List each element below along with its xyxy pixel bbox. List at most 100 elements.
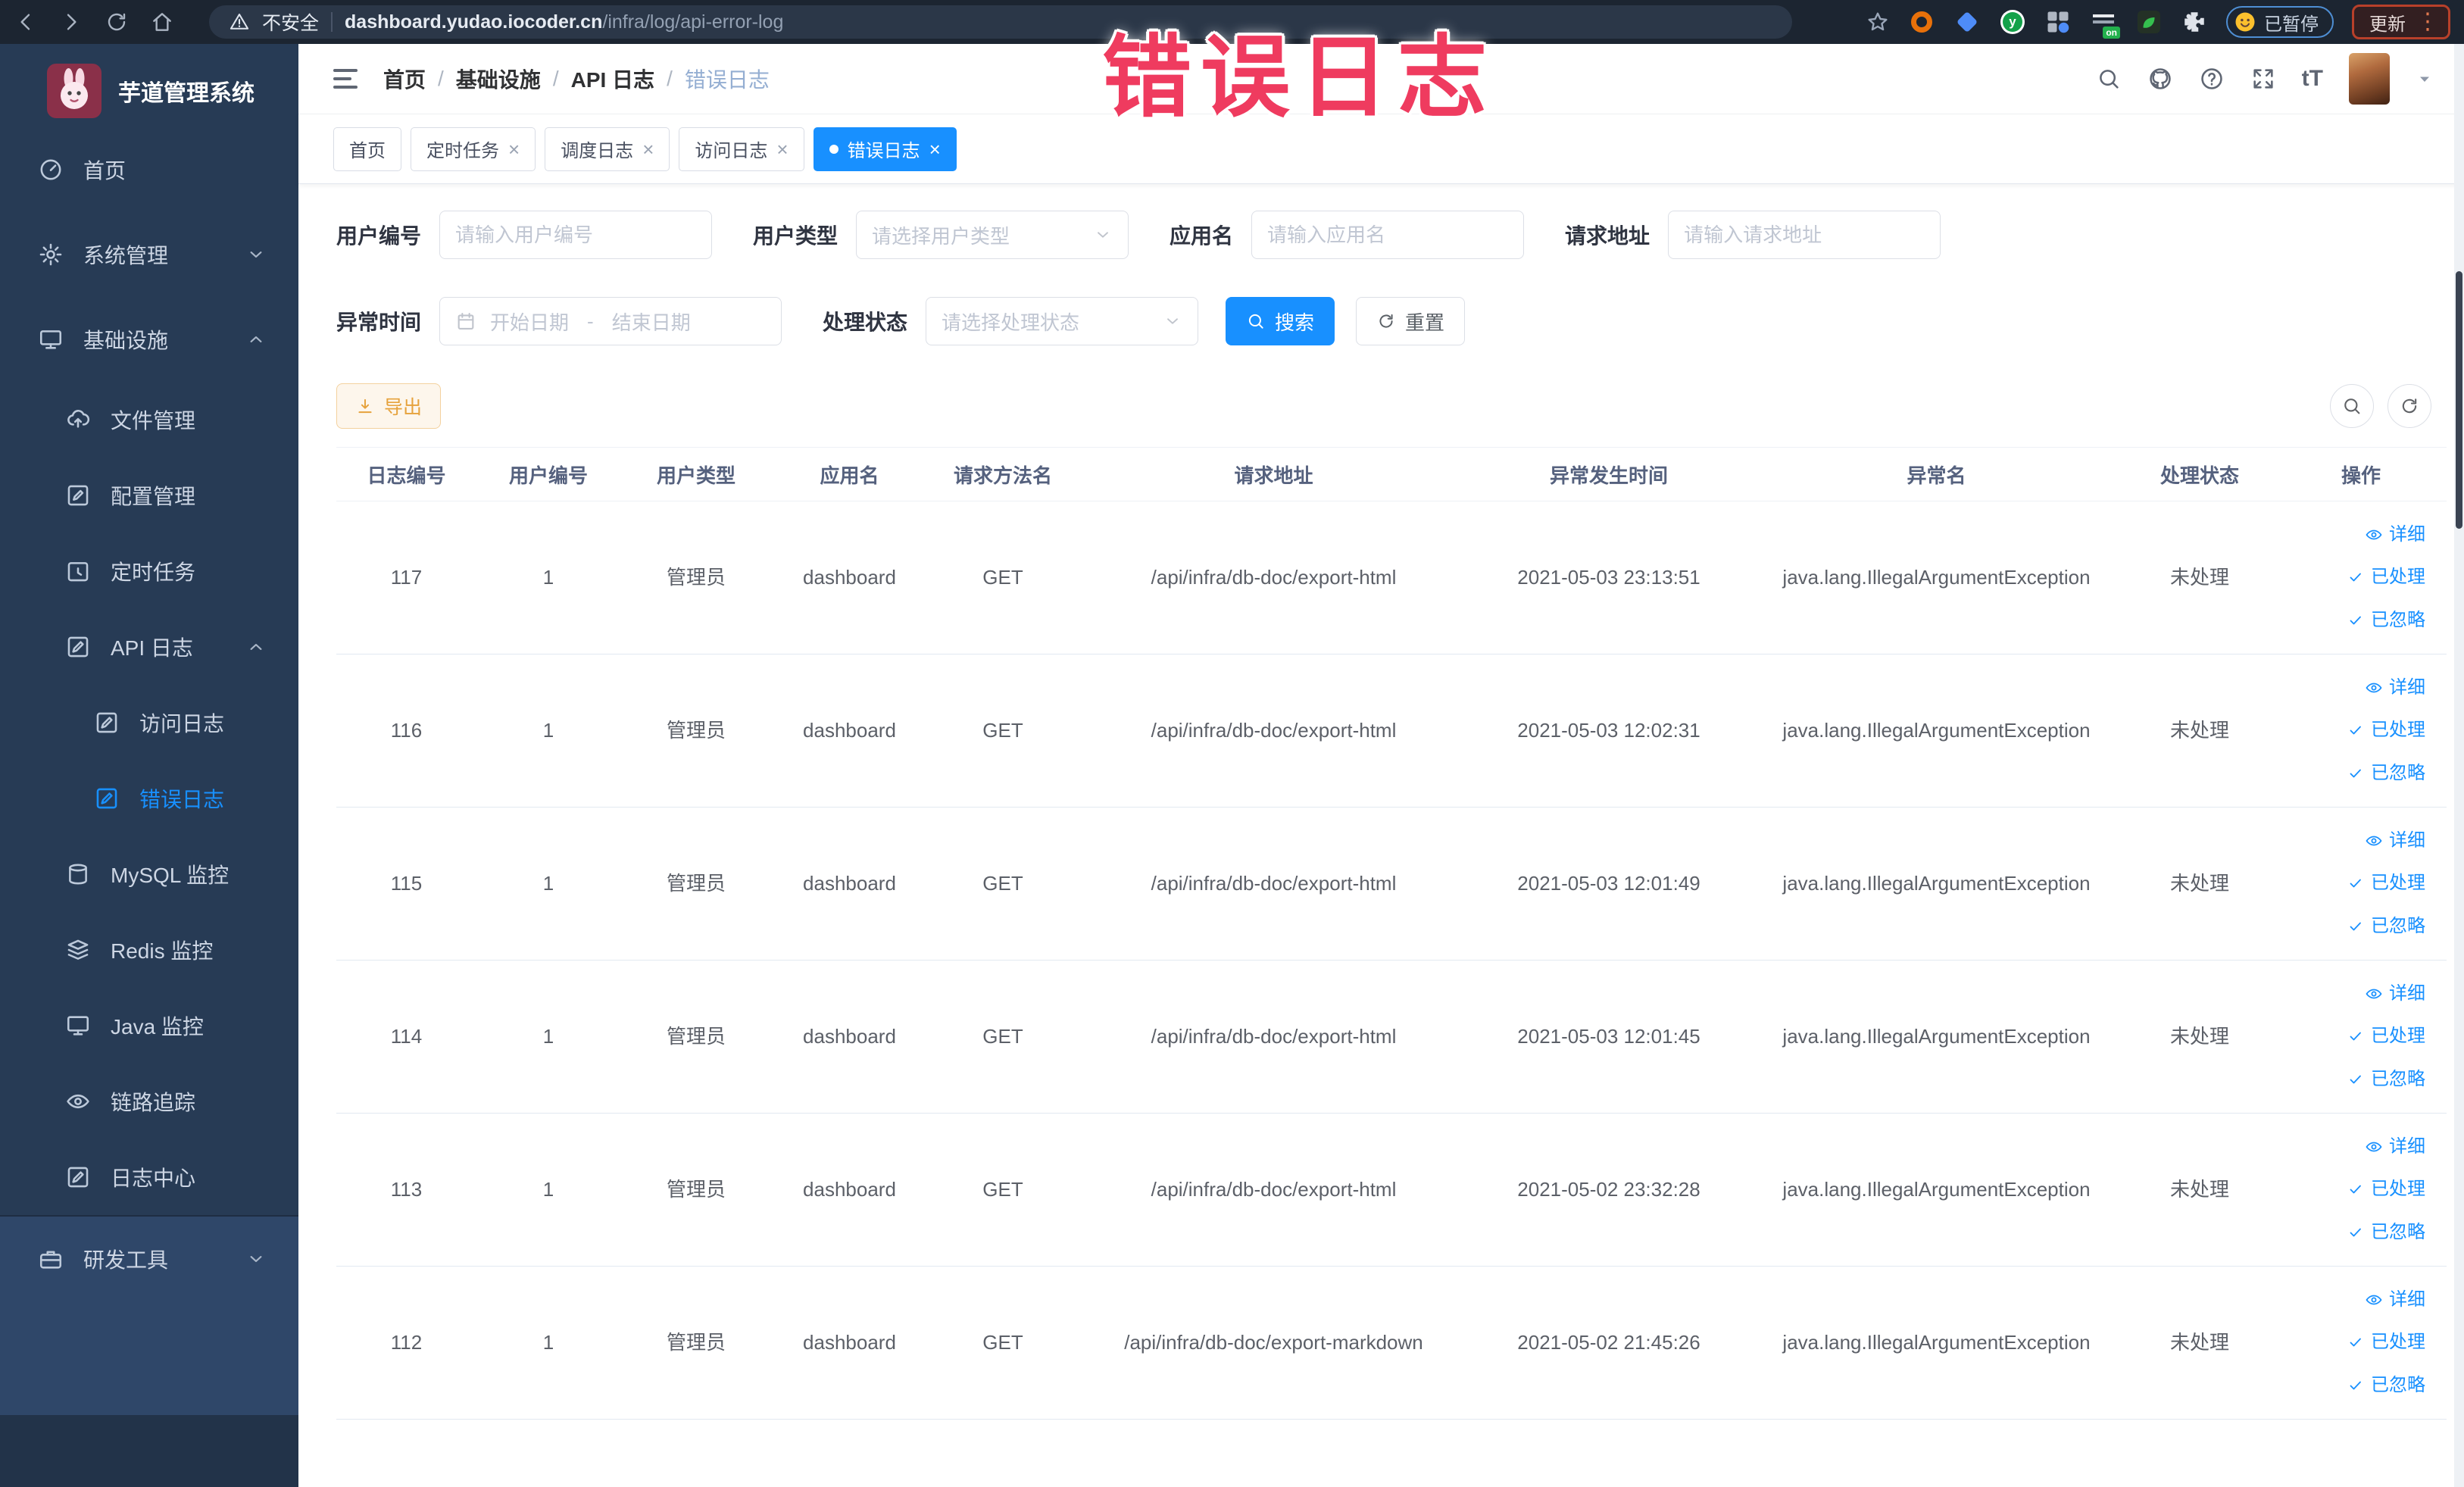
breadcrumb-item[interactable]: 首页	[383, 64, 426, 94]
cell-method: GET	[982, 1330, 1023, 1354]
sidebar-alt-filler	[0, 1301, 298, 1415]
sidebar-item-home[interactable]: 首页	[0, 127, 298, 212]
action-detail[interactable]: 详细	[2365, 676, 2425, 700]
ext-switch-on-icon[interactable]: on	[2090, 8, 2120, 39]
avatar[interactable]	[2349, 53, 2390, 105]
ext-green-icon[interactable]: y	[1999, 8, 2026, 36]
ext-leaf-icon[interactable]	[2135, 8, 2163, 36]
action-ignored[interactable]: 已忽略	[2347, 608, 2425, 633]
sidebar-item-job[interactable]: 定时任务	[0, 533, 298, 609]
ext-blue-icon[interactable]	[1953, 8, 1981, 36]
toggle-search-button[interactable]	[2330, 384, 2374, 428]
sidebar-item-file[interactable]: 文件管理	[0, 382, 298, 458]
request-url-label: 请求地址	[1565, 224, 1650, 248]
user-id-input[interactable]	[439, 211, 713, 259]
scrollbar-thumb[interactable]	[2456, 271, 2462, 529]
sidebar-item-log-center[interactable]: 日志中心	[0, 1139, 298, 1215]
action-ignored[interactable]: 已忽略	[2347, 1373, 2425, 1398]
user-type-placeholder: 请选择用户类型	[872, 224, 1010, 248]
help-icon[interactable]	[2199, 66, 2225, 92]
fullscreen-icon[interactable]	[2250, 66, 2276, 92]
sidebar-toggle-icon[interactable]	[333, 69, 358, 89]
action-detail[interactable]: 详细	[2365, 1288, 2425, 1312]
caret-down-icon[interactable]	[2416, 70, 2434, 88]
sidebar-item-mysql[interactable]: MySQL 监控	[0, 836, 298, 912]
sidebar-item-api-log[interactable]: API 日志	[0, 609, 298, 685]
action-label: 已处理	[2371, 1179, 2425, 1200]
app-name-input[interactable]	[1251, 211, 1525, 259]
action-processed[interactable]: 已处理	[2347, 871, 2425, 895]
action-ignored[interactable]: 已忽略	[2347, 1220, 2425, 1245]
browser-update-button[interactable]: 更新 ⋮	[2352, 5, 2450, 39]
close-icon[interactable]: ×	[929, 139, 941, 159]
reset-button[interactable]: 重置	[1356, 297, 1466, 345]
bookmark-star-icon[interactable]	[1866, 10, 1890, 34]
close-icon[interactable]: ×	[776, 139, 788, 159]
table-body: 117 1 管理员 dashboard GET/api/infra/db-doc/exp…	[336, 501, 2447, 1420]
search-icon[interactable]	[2096, 66, 2122, 92]
action-detail[interactable]: 详细	[2365, 829, 2425, 853]
search-button[interactable]: 搜索	[1226, 297, 1335, 345]
not-secure-warning-icon[interactable]	[229, 11, 250, 33]
process-status-select[interactable]: 请选择处理状态	[926, 297, 1199, 345]
eye-icon	[2365, 679, 2383, 697]
sidebar-item-config[interactable]: 配置管理	[0, 458, 298, 533]
action-processed[interactable]: 已处理	[2347, 1024, 2425, 1048]
sidebar-item-system[interactable]: 系统管理	[0, 212, 298, 297]
action-processed[interactable]: 已处理	[2347, 718, 2425, 742]
eye-icon	[2365, 1291, 2383, 1309]
forward-icon[interactable]	[59, 10, 83, 34]
back-icon[interactable]	[14, 10, 38, 34]
page-scrollbar[interactable]	[2454, 44, 2464, 1487]
mysql-icon	[65, 861, 91, 887]
browser-menu-icon[interactable]: ⋮	[2416, 11, 2439, 33]
home-icon	[38, 157, 64, 183]
sidebar-item-error-log[interactable]: 错误日志	[0, 761, 298, 836]
date-range-input[interactable]: 开始日期 - 结束日期	[439, 297, 782, 345]
action-ignored[interactable]: 已忽略	[2347, 1067, 2425, 1092]
ext-grid-icon[interactable]	[2044, 8, 2072, 36]
export-button[interactable]: 导出	[336, 383, 442, 429]
refresh-button[interactable]	[2387, 384, 2431, 428]
extensions-puzzle-icon[interactable]	[2181, 8, 2208, 36]
tags-view-tab[interactable]: 错误日志 ×	[813, 127, 957, 171]
app-logo[interactable]: 芋道管理系统	[0, 44, 298, 127]
sidebar-item-infra[interactable]: 基础设施	[0, 297, 298, 382]
action-ignored[interactable]: 已忽略	[2347, 914, 2425, 939]
tags-view-tab[interactable]: 首页	[333, 127, 401, 171]
cell-id: 112	[390, 1330, 423, 1354]
request-url-input[interactable]	[1668, 211, 1941, 259]
action-detail[interactable]: 详细	[2365, 523, 2425, 547]
user-type-select[interactable]: 请选择用户类型	[856, 211, 1129, 259]
browser-home-icon[interactable]	[150, 10, 174, 34]
sidebar-item-trace[interactable]: 链路追踪	[0, 1064, 298, 1139]
sidebar-item-java[interactable]: Java 监控	[0, 988, 298, 1064]
action-detail[interactable]: 详细	[2365, 982, 2425, 1006]
breadcrumb-item[interactable]: 基础设施	[456, 64, 541, 94]
close-icon[interactable]: ×	[642, 139, 654, 159]
sidebar-item-access-log[interactable]: 访问日志	[0, 685, 298, 761]
close-icon[interactable]: ×	[508, 139, 520, 159]
action-processed[interactable]: 已处理	[2347, 1177, 2425, 1201]
check-icon	[2347, 611, 2365, 629]
address-bar[interactable]: 不安全 dashboard.yudao.iocoder.cn/infra/log…	[209, 5, 1792, 39]
browser-nav	[14, 10, 174, 34]
action-processed[interactable]: 已处理	[2347, 565, 2425, 589]
github-icon[interactable]	[2147, 66, 2173, 92]
action-ignored[interactable]: 已忽略	[2347, 761, 2425, 786]
sidebar-item-dev-tools[interactable]: 研发工具	[0, 1217, 298, 1301]
breadcrumb-item[interactable]: API 日志	[571, 64, 654, 94]
tags-view-tab[interactable]: 访问日志 ×	[679, 127, 804, 171]
sidebar-item-redis[interactable]: Redis 监控	[0, 912, 298, 988]
action-detail[interactable]: 详细	[2365, 1135, 2425, 1159]
sidebar-item-label: 首页	[83, 159, 126, 183]
reload-icon[interactable]	[105, 10, 129, 34]
action-processed[interactable]: 已处理	[2347, 1330, 2425, 1354]
cell-user_id: 1	[542, 718, 554, 742]
ext-orange-icon[interactable]	[1908, 8, 1935, 36]
tags-view-tab[interactable]: 定时任务 ×	[411, 127, 536, 171]
tags-view-tab[interactable]: 调度日志 ×	[545, 127, 670, 171]
text-size-icon[interactable]: tT	[2302, 66, 2323, 92]
cell-exception: java.lang.IllegalArgumentException	[1782, 565, 2091, 589]
paused-extension-badge[interactable]: 已暂停	[2226, 6, 2334, 38]
